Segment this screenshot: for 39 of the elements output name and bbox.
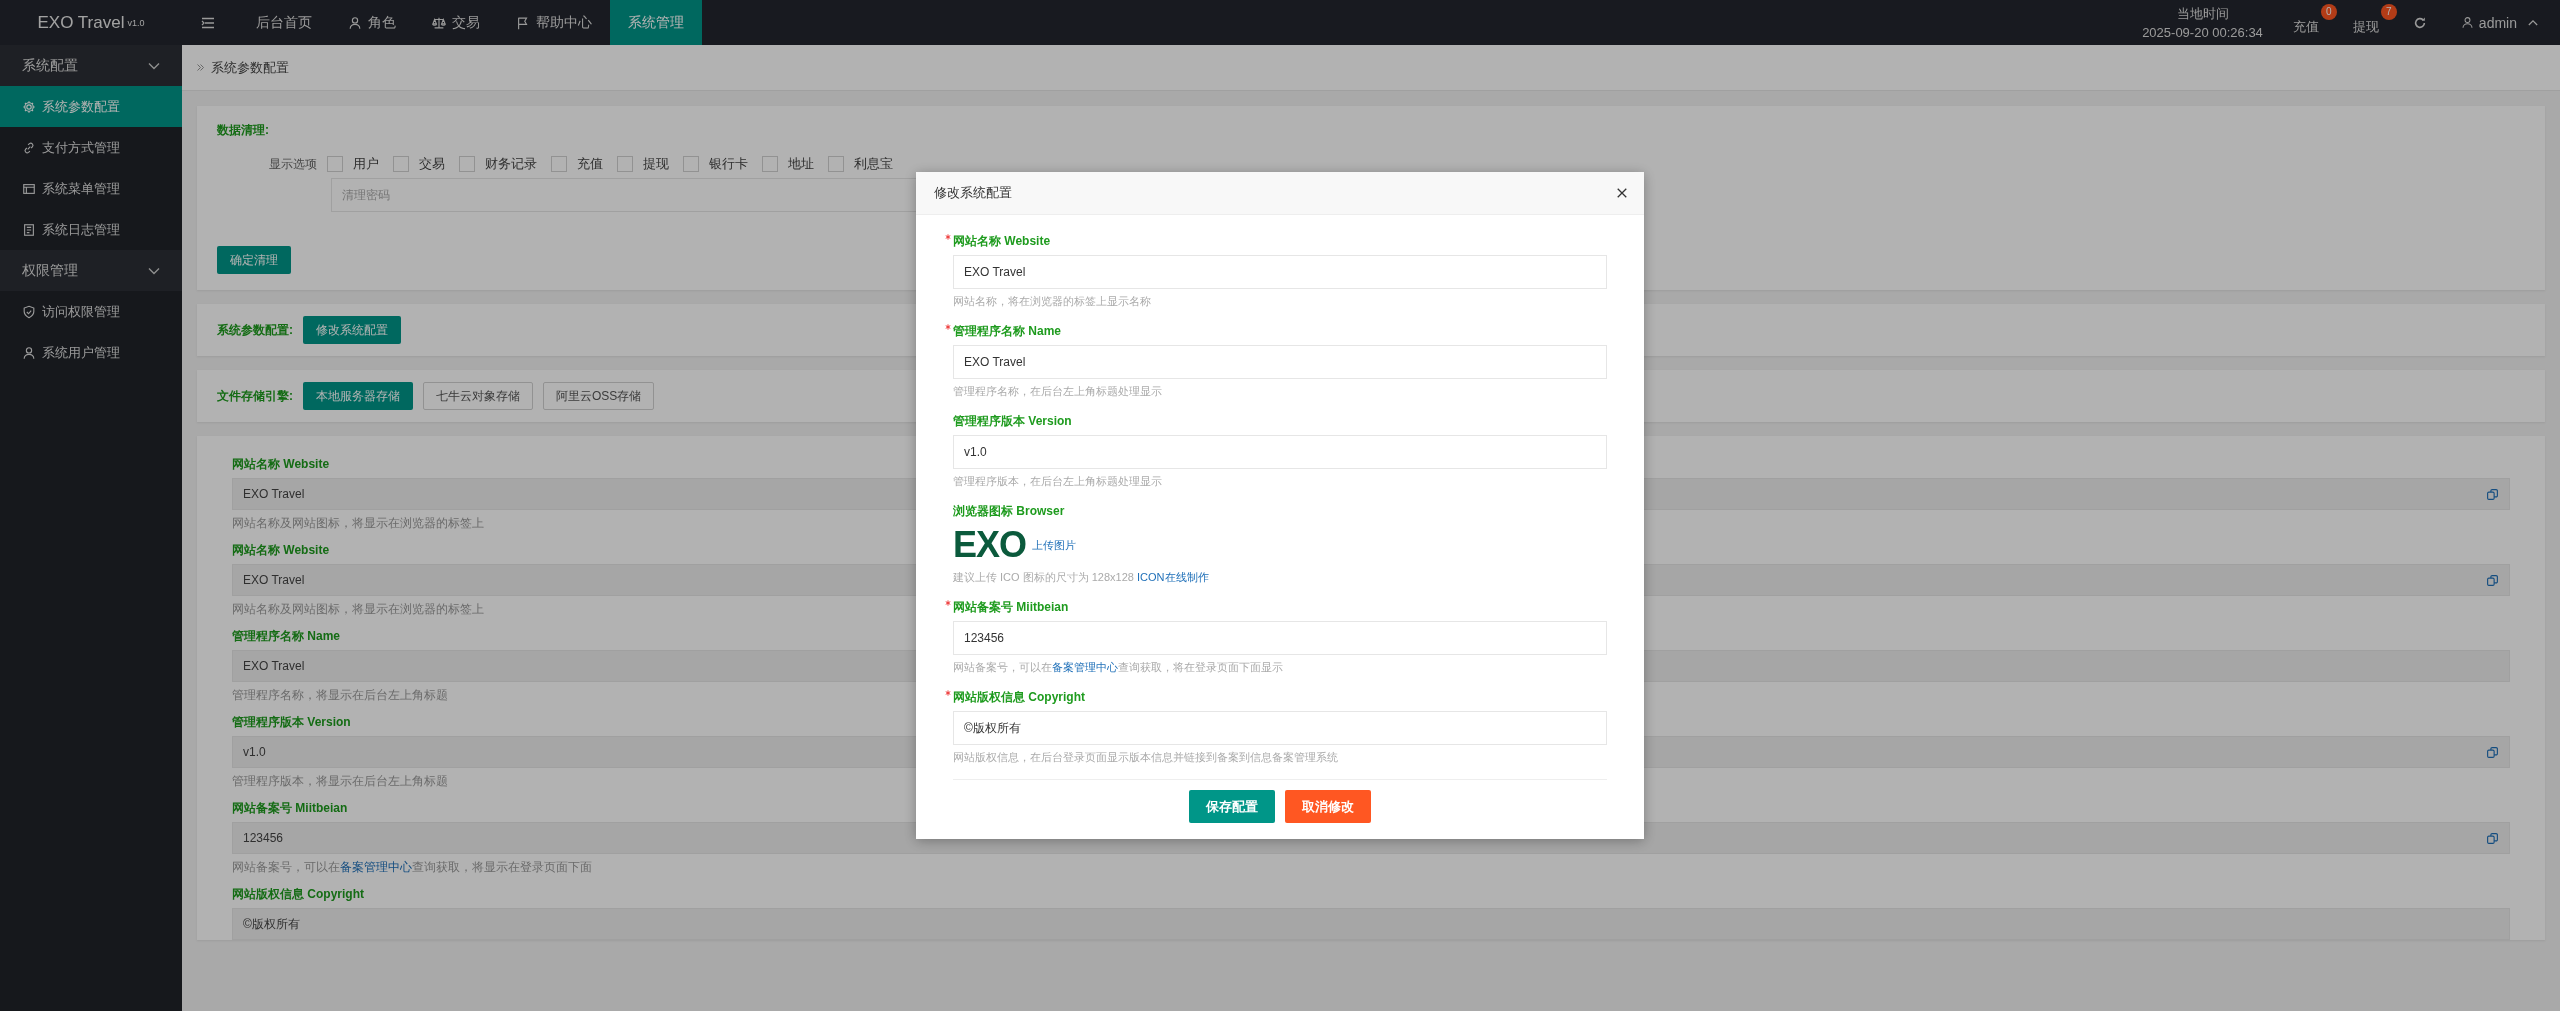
app-title: EXO Travel $^{v1.0}$ [36, 11, 146, 34]
checkbox-label: 地址 [788, 155, 814, 173]
field-label: 显示选项 [269, 155, 317, 173]
hint-text: 管理程序名称，在后台左上角标题处理显示 [953, 384, 1163, 399]
breadcrumb: 系统参数配置 [211, 58, 289, 77]
clock-label: 当地时间 [2176, 4, 2229, 23]
hint-text: 管理程序版本，在后台左上角标题处理显示 [953, 474, 1163, 489]
hint-text: 网站备案号，可以在备案管理中心查询获取，将显示在登录页面下面 [232, 859, 592, 876]
checkbox-label: 用户 [353, 155, 379, 173]
count-badge: 0 [2320, 3, 2337, 20]
hint-text: 网站版权信息，在后台登录页面显示版本信息并链接到备案到信息备案管理系统 [953, 750, 1339, 765]
checkbox-label: 利息宝 [854, 155, 893, 173]
field-label: 网站名称 Website [232, 456, 330, 473]
section-title: 系统参数配置: [217, 321, 293, 339]
checkbox-label: 银行卡 [709, 155, 748, 173]
count-badge: 7 [2380, 3, 2397, 20]
logo: EXO [953, 525, 1027, 565]
checkbox-label: 交易 [419, 155, 445, 173]
field-label: 管理程序名称 Name [232, 628, 341, 645]
field-label: 网站备案号 Miitbeian [953, 599, 1069, 616]
checkbox-label: 财务记录 [485, 155, 537, 173]
field-label: 网站版权信息 Copyright [232, 886, 364, 903]
dialog-title: 修改系统配置 [934, 184, 1012, 202]
field-label: 网站版权信息 Copyright [953, 689, 1085, 706]
checkbox-label: 充值 [577, 155, 603, 173]
field-label: 网站备案号 Miitbeian [232, 800, 348, 817]
section-title: 文件存储引擎: [217, 387, 293, 405]
checkbox-label: 提现 [643, 155, 669, 173]
field-label: 管理程序版本 Version [232, 714, 351, 731]
field-label: 网站名称 Website [953, 233, 1051, 250]
hint-text: 网站名称，将在浏览器的标签上显示名称 [953, 294, 1152, 309]
field-label: 管理程序名称 Name [953, 323, 1062, 340]
clock-time: 2025-09-20 00:26:34 [2142, 23, 2263, 42]
section-title: 数据清理: [217, 122, 269, 139]
hint-text: 建议上传 ICO 图标的尺寸为 128x128 ICON在线制作 [953, 570, 1210, 585]
hint-text: 网站备案号，可以在备案管理中心查询获取，将在登录页面下面显示 [953, 660, 1284, 675]
field-label: 管理程序版本 Version [953, 413, 1072, 430]
field-label: 浏览器图标 Browser [953, 503, 1065, 520]
field-label: 网站名称 Website [232, 542, 330, 559]
